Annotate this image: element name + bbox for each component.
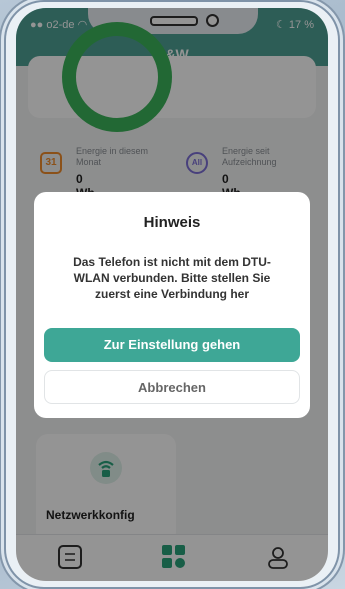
dialog-title: Hinweis <box>143 214 201 231</box>
cancel-button[interactable]: Abbrechen <box>44 370 300 404</box>
app-screen: ●● o2-de ◠ ☾ 17 % B&W 31 Energie in dies… <box>16 8 328 581</box>
go-to-settings-button[interactable]: Zur Einstellung gehen <box>44 328 300 362</box>
phone-frame: ●● o2-de ◠ ☾ 17 % B&W 31 Energie in dies… <box>6 2 338 587</box>
dialog-message: Das Telefon ist nicht mit dem DTU-WLAN v… <box>73 255 271 301</box>
hint-dialog: Hinweis Das Telefon ist nicht mit dem DT… <box>34 192 310 418</box>
